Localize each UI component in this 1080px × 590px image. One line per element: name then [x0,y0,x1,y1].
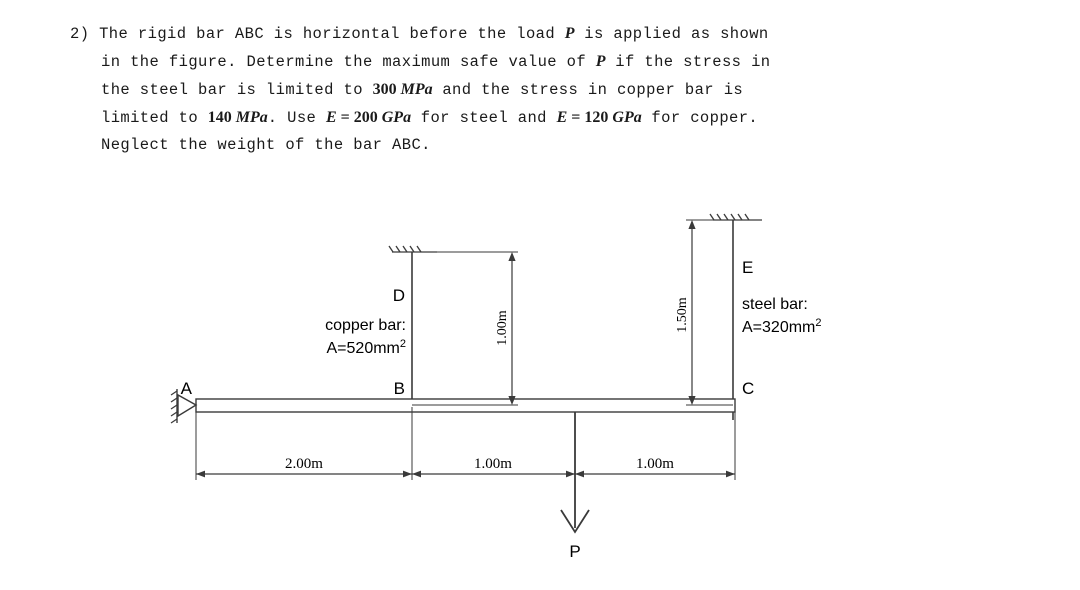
text-run-mathit: E [325,109,337,126]
text-run-mathit: P [595,53,606,70]
text-run-mathit: GPa [377,109,412,126]
point-label-d: D [393,286,405,305]
dimension-copper-length: 1.00m [412,251,518,406]
steel-bar-area: A=320mm2 [742,317,822,336]
text-run-text: and the stress in copper bar is [432,81,744,99]
point-label-a: A [181,379,193,398]
point-label-c: C [742,379,754,398]
text-run-mathit: P [564,25,575,42]
dimension-steel-length-label: 1.50m [675,297,690,333]
text-run-text: if the stress in [605,53,771,71]
free-body-diagram: D B A E C copper bar: A=520mm2 steel bar… [0,180,1080,590]
text-run-mathit: MPa [396,81,433,98]
text-run-mathit: E [556,109,568,126]
text-run-text: Neglect the weight of the bar ABC. [101,136,431,154]
dimension-span-2-label: 1.00m [474,456,512,472]
dimension-span-2: 1.00m [412,456,575,478]
load-label-p: P [569,542,580,561]
text-run-text: is applied as shown [574,25,769,43]
copper-bar-area: A=520mm2 [327,338,407,357]
ceiling-hatch-e [709,213,762,221]
problem-line-1: 2) The rigid bar ABC is horizontal befor… [70,20,1030,48]
steel-bar-title: steel bar: [742,296,808,313]
text-run-text: . Use [267,109,326,127]
dimension-steel-length: 1.50m [675,219,733,406]
text-run-mathnum: 300 [372,81,397,98]
text-run-text: limited to [101,109,208,127]
point-label-e: E [742,258,753,277]
text-run-text: for steel and [411,109,557,127]
copper-bar-title: copper bar: [325,317,406,334]
problem-line-3: the steel bar is limited to 300 MPa and … [70,76,1030,104]
problem-line-5: Neglect the weight of the bar ABC. [70,132,1030,159]
ceiling-hatch-d [388,245,437,253]
text-run-mathit: MPa [231,109,268,126]
text-run-mathnum: = 120 [567,109,609,126]
text-run-text: in the figure. Determine the maximum saf… [101,53,596,71]
problem-number: 2) [70,25,100,43]
problem-line-4: limited to 140 MPa. Use E = 200 GPa for … [70,104,1030,132]
dimension-span-1-label: 2.00m [285,456,323,472]
dimension-span-3-label: 1.00m [636,456,674,472]
text-run-text: for copper. [641,109,759,127]
problem-line-2: in the figure. Determine the maximum saf… [70,48,1030,76]
steel-bar-area-exponent: 2 [815,317,821,329]
text-run-text: The rigid bar ABC is horizontal before t… [99,25,565,43]
dimension-span-3: 1.00m [575,456,735,478]
text-run-text: the steel bar is limited to [101,81,373,99]
dimension-copper-length-label: 1.00m [495,310,510,346]
problem-figure-page: 2) The rigid bar ABC is horizontal befor… [0,0,1080,590]
copper-bar-area-value: A=520mm [327,340,400,357]
copper-bar-area-exponent: 2 [400,338,406,350]
text-run-mathnum: 140 [207,109,232,126]
text-run-mathnum: = 200 [336,109,378,126]
point-label-b: B [394,379,405,398]
steel-bar-area-value: A=320mm [742,319,815,336]
problem-statement: 2) The rigid bar ABC is horizontal befor… [70,20,1030,159]
text-run-mathit: GPa [608,109,642,126]
dimension-span-1: 2.00m [196,456,412,478]
load-arrow-p: P [560,412,590,561]
